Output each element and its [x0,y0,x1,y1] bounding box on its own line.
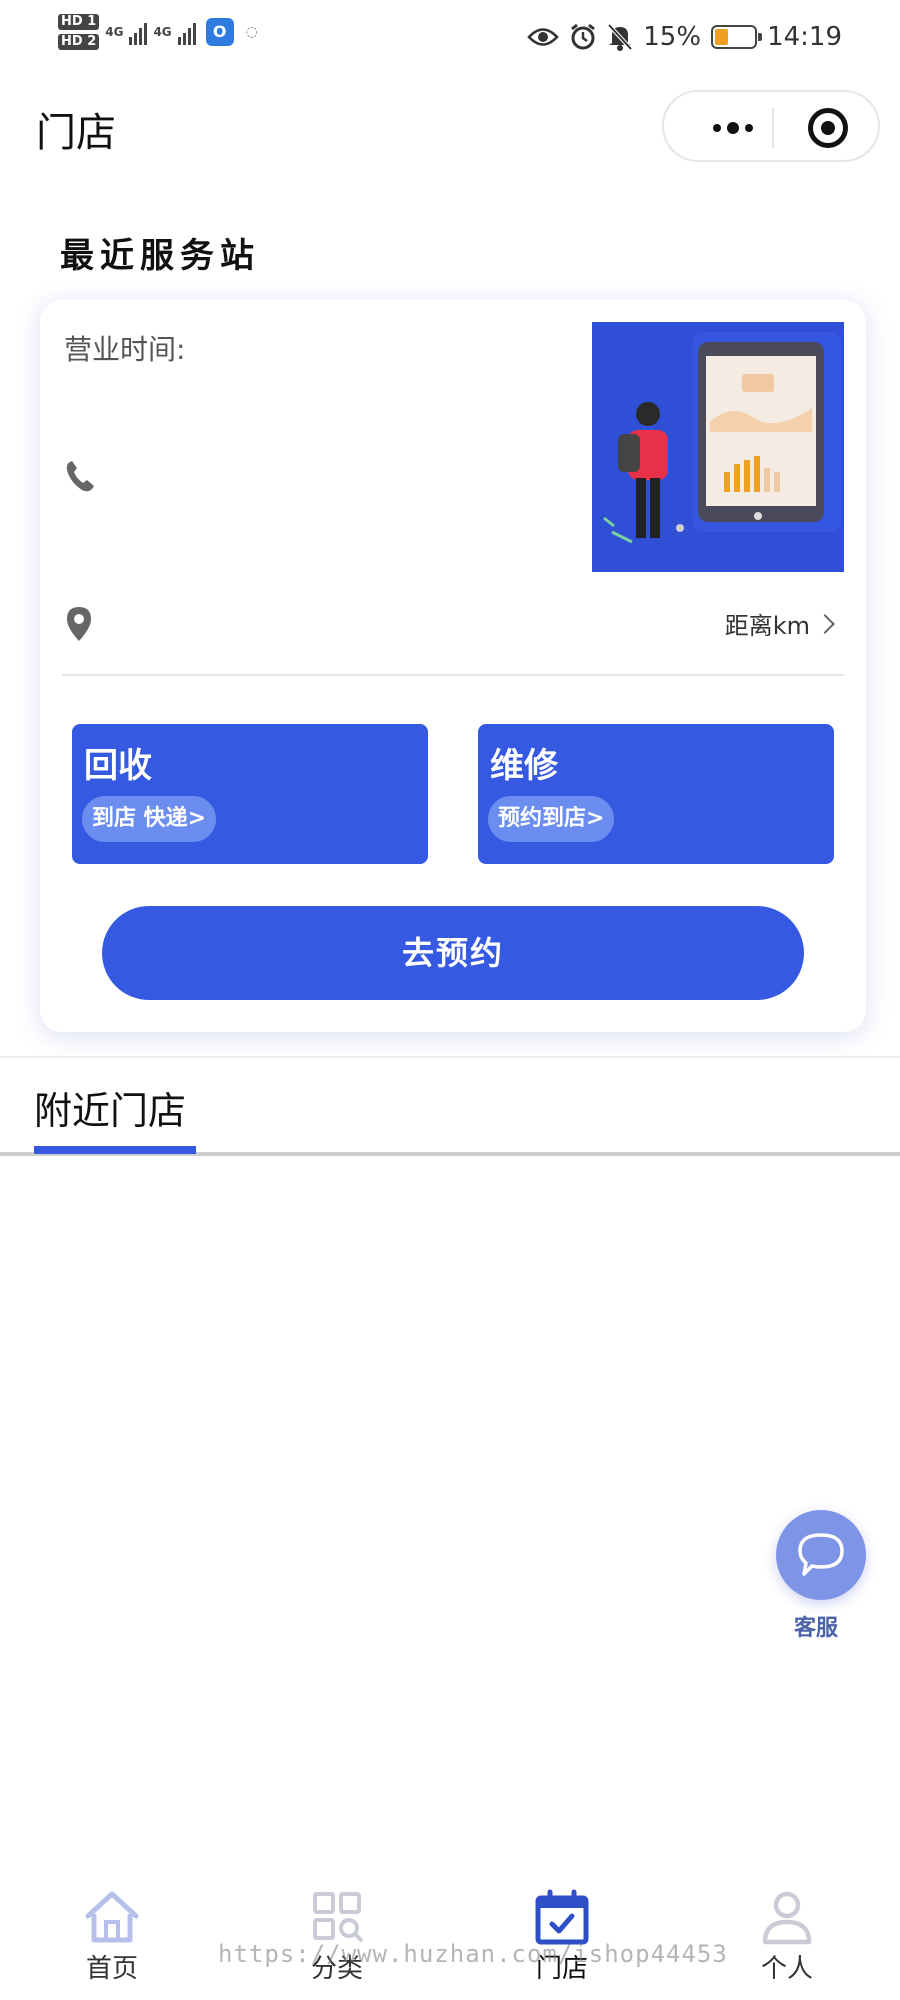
tab-profile-label: 个人 [760,1954,813,1984]
tab-home-label: 首页 [85,1954,138,1984]
miniprogram-capsule [662,90,880,162]
tab-profile[interactable]: 个人 [727,1880,847,2000]
store-illustration [592,322,844,572]
grid-icon [313,1892,363,1942]
phone-icon[interactable] [64,460,96,494]
app-notification-icon: O [205,18,234,46]
business-hours-label: 营业时间: [64,333,186,366]
card-divider [62,674,844,676]
hd-indicators: HD 1 HD 2 [58,14,100,50]
tab-home[interactable]: 首页 [52,1880,172,2000]
tab-nearby-stores[interactable]: 附近门店 [34,1080,186,1135]
recycle-service-tile[interactable]: 回收 到店 快递> [72,724,428,864]
eye-icon [527,28,559,46]
chat-bubble-icon [798,1533,844,1576]
repair-options-pill[interactable]: 预约到店> [488,796,615,842]
nearest-store-card: 营业时间: 距离km 回收 到店 快递> 维修 预约到店> 去预约 [40,300,866,1032]
watermark-text: https://www.huzhan.com/ishop44453 [218,1940,728,1968]
clock: 14:19 [767,22,842,52]
section-title: 最近服务站 [60,236,260,276]
mute-bell-icon [607,23,633,51]
location-pin-icon [67,607,91,641]
status-right: 15% 14:19 [527,22,842,52]
calendar-check-icon [535,1889,589,1945]
customer-service-button[interactable] [776,1510,866,1600]
battery-percent: 15% [643,22,702,52]
hd1-indicator: HD 1 [58,14,100,30]
signal-icon [177,19,196,45]
chevron-right-icon [815,613,835,634]
close-target-icon[interactable] [808,108,848,148]
battery-icon [711,25,763,49]
customer-service-label: 客服 [794,1616,839,1641]
distance-text: 距离km [724,612,810,640]
hd2-indicator: HD 2 [58,34,100,50]
section-separator [0,1056,900,1058]
network-type-1: 4G [105,25,124,39]
book-appointment-button[interactable]: 去预约 [102,906,804,1000]
capsule-divider [772,108,774,148]
alarm-icon [571,23,596,50]
store-illustration-art [592,322,844,572]
recycle-options-pill[interactable]: 到店 快递> [82,796,217,842]
distance-link[interactable]: 距离km [724,606,835,641]
recycle-title: 回收 [84,746,152,786]
active-tab-indicator [34,1146,196,1154]
page-title: 门店 [36,110,116,156]
repair-service-tile[interactable]: 维修 预约到店> [478,724,834,864]
status-bar: HD 1 HD 2 4G 4G O ◌ 15% 14:19 [0,0,900,78]
signal-icon [129,19,148,45]
more-icon[interactable] [698,108,768,148]
user-icon [762,1891,812,1945]
network-type-2: 4G [153,25,172,39]
repair-title: 维修 [490,746,558,786]
sync-icon: ◌ [245,24,258,40]
home-icon [85,1891,139,1943]
status-left: HD 1 HD 2 4G 4G O ◌ [58,14,258,50]
